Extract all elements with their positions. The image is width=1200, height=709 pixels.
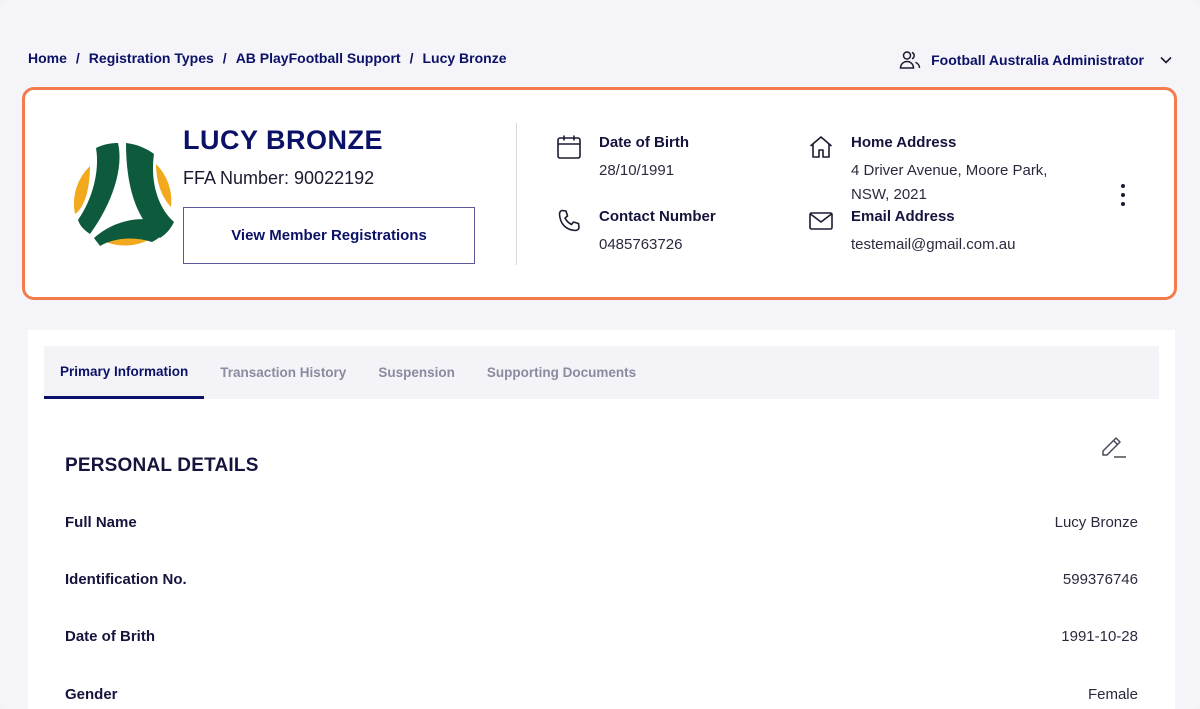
contact-number-block: Contact Number 0485763726 bbox=[556, 208, 786, 258]
detail-label: Gender bbox=[65, 686, 118, 703]
home-address-line1: 4 Driver Avenue, Moore Park, bbox=[851, 162, 1048, 179]
contact-number-value: 0485763726 bbox=[599, 236, 683, 253]
detail-value: Female bbox=[1087, 686, 1138, 703]
member-profile-card: LUCY BRONZE FFA Number: 90022192 View Me… bbox=[22, 87, 1177, 300]
email-address-block: Email Address testemail@gmail.com.au bbox=[808, 208, 1078, 258]
detail-value: 1991-10-28 bbox=[1061, 628, 1138, 645]
detail-label: Identification No. bbox=[65, 571, 187, 588]
breadcrumb-current: Lucy Bronze bbox=[422, 50, 507, 66]
tab-bar: Primary Information Transaction History … bbox=[44, 346, 1159, 399]
member-name: LUCY BRONZE bbox=[183, 125, 384, 155]
breadcrumb-separator: / bbox=[409, 50, 414, 66]
tab-supporting-documents[interactable]: Supporting Documents bbox=[471, 346, 652, 399]
user-group-icon bbox=[899, 49, 921, 71]
detail-row-full-name: Full Name Lucy Bronze bbox=[65, 514, 1138, 538]
home-address-line2: NSW, 2021 bbox=[851, 186, 927, 203]
calendar-icon bbox=[556, 134, 582, 165]
breadcrumb-registration-types[interactable]: Registration Types bbox=[89, 50, 214, 66]
breadcrumb-home[interactable]: Home bbox=[28, 50, 67, 66]
detail-label: Full Name bbox=[65, 514, 137, 531]
breadcrumb-ab-playfootball-support[interactable]: AB PlayFootball Support bbox=[236, 50, 401, 66]
more-options-icon[interactable] bbox=[1113, 182, 1133, 208]
tab-transaction-history[interactable]: Transaction History bbox=[204, 346, 362, 399]
detail-value: 599376746 bbox=[1062, 571, 1138, 588]
home-address-block: Home Address 4 Driver Avenue, Moore Park… bbox=[808, 134, 1078, 208]
contact-number-label: Contact Number bbox=[599, 208, 716, 225]
edit-icon[interactable] bbox=[1099, 431, 1127, 464]
email-address-value: testemail@gmail.com.au bbox=[851, 236, 1016, 253]
detail-label: Date of Brith bbox=[65, 628, 155, 645]
app-frame: Home / Registration Types / AB PlayFootb… bbox=[0, 0, 1200, 709]
detail-value: Lucy Bronze bbox=[1054, 514, 1138, 531]
ffa-number: FFA Number: 90022192 bbox=[183, 168, 375, 188]
phone-icon bbox=[556, 208, 582, 239]
user-menu-label: Football Australia Administrator bbox=[931, 52, 1144, 68]
detail-row-date-of-birth: Date of Brith 1991-10-28 bbox=[65, 628, 1138, 652]
chevron-down-icon bbox=[1160, 56, 1172, 64]
view-member-registrations-button[interactable]: View Member Registrations bbox=[183, 207, 475, 264]
football-australia-logo bbox=[70, 142, 176, 248]
detail-row-gender: Gender Female bbox=[65, 686, 1138, 709]
home-icon bbox=[808, 134, 834, 165]
vertical-divider bbox=[516, 123, 517, 265]
home-address-label: Home Address bbox=[851, 134, 957, 151]
user-menu[interactable]: Football Australia Administrator bbox=[899, 49, 1172, 71]
mail-icon bbox=[808, 208, 834, 239]
member-details-panel: Primary Information Transaction History … bbox=[28, 330, 1175, 709]
date-of-birth-value: 28/10/1991 bbox=[599, 162, 675, 179]
breadcrumb-separator: / bbox=[75, 50, 80, 66]
detail-row-identification-no: Identification No. 599376746 bbox=[65, 571, 1138, 595]
tab-primary-information[interactable]: Primary Information bbox=[44, 346, 205, 399]
date-of-birth-label: Date of Birth bbox=[599, 134, 689, 151]
breadcrumb: Home / Registration Types / AB PlayFootb… bbox=[28, 50, 506, 66]
date-of-birth-block: Date of Birth 28/10/1991 bbox=[556, 134, 786, 184]
tab-suspension[interactable]: Suspension bbox=[362, 346, 471, 399]
email-address-label: Email Address bbox=[851, 208, 955, 225]
breadcrumb-separator: / bbox=[222, 50, 227, 66]
personal-details-title: PERSONAL DETAILS bbox=[65, 455, 259, 476]
